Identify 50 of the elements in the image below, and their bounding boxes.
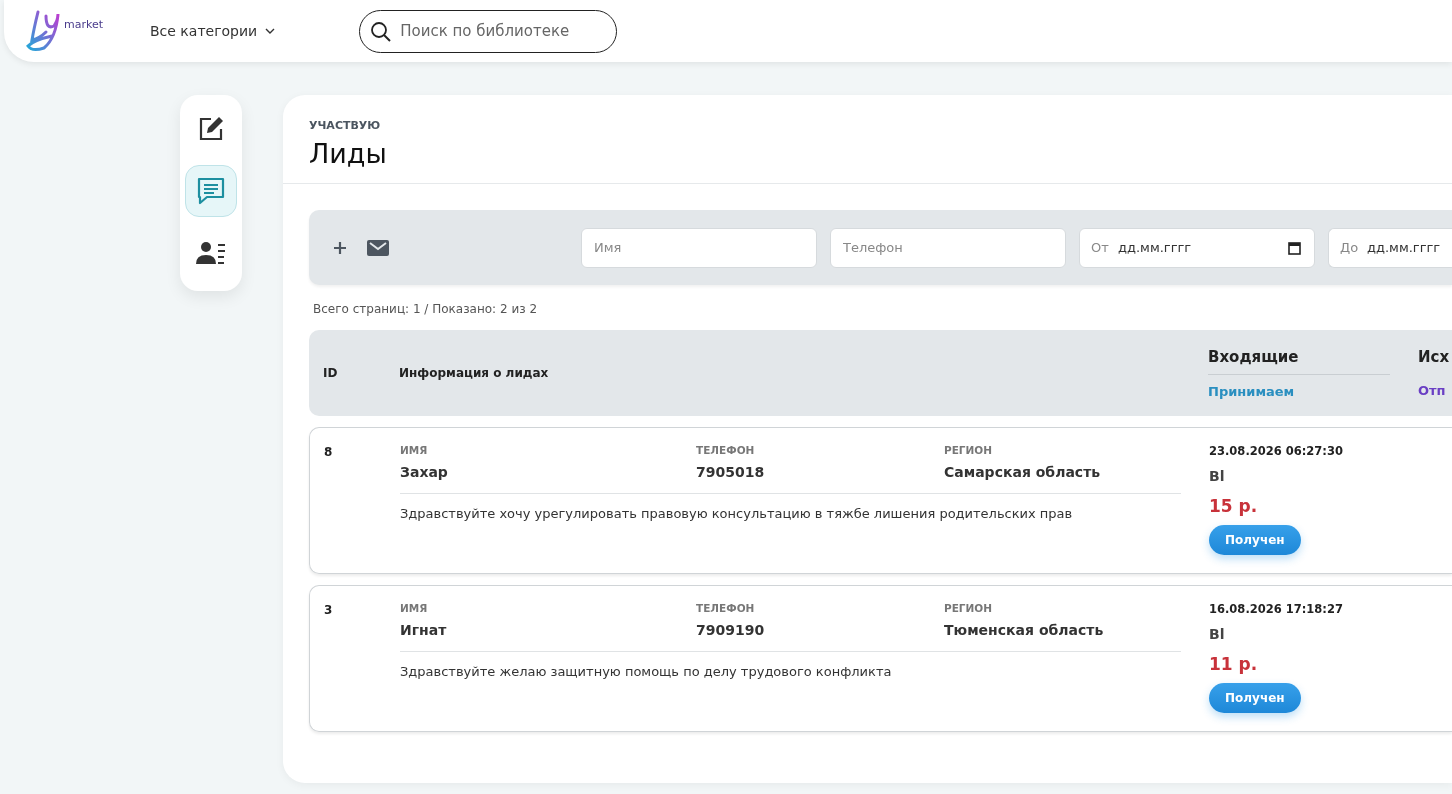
lead-message: Здравствуйте желаю защитную помощь по делу трудового конфликта xyxy=(400,664,893,679)
column-header: ID xyxy=(323,366,339,380)
status-button[interactable]: Получен xyxy=(1209,525,1301,555)
edit-icon xyxy=(197,115,225,143)
lead-price: 11 р. xyxy=(1209,654,1258,674)
categories-dropdown[interactable]: Все категории xyxy=(150,23,276,39)
column-header: Информация о лидах xyxy=(399,366,550,380)
phone-field[interactable]: Телефон xyxy=(830,227,1066,268)
lead-name: Игнат xyxy=(400,622,447,638)
column-header: Исх xyxy=(1418,348,1450,368)
field-label: ТЕЛЕФОН xyxy=(696,602,755,614)
name-field[interactable]: Имя xyxy=(581,227,817,268)
field-label: ТЕЛЕФОН xyxy=(696,444,755,456)
calendar-icon xyxy=(1288,241,1301,255)
status-button[interactable]: Получен xyxy=(1209,683,1301,713)
search-field[interactable]: Поиск по библиотеке xyxy=(359,9,618,53)
lead-id: 8 xyxy=(324,444,334,459)
mail-button[interactable] xyxy=(367,239,389,256)
chevron-down-icon xyxy=(265,28,276,34)
mail-icon xyxy=(367,239,389,256)
field-label: ИМЯ xyxy=(400,444,428,456)
field-label: ИМЯ xyxy=(400,602,428,614)
plus-icon xyxy=(333,240,347,255)
field-label: РЕГИОН xyxy=(944,602,993,614)
overline-label: УЧАСТВУЮ xyxy=(309,119,382,132)
page-title: Лиды xyxy=(309,138,388,169)
pagination-summary: Всего страниц: 1 / Показано: 2 из 2 xyxy=(313,302,539,316)
field-label: До xyxy=(1340,239,1359,255)
lead-phone: 7909190 xyxy=(696,622,765,638)
column-subheader: Отп xyxy=(1418,383,1446,398)
contacts-icon xyxy=(196,240,226,266)
lead-date: 16.08.2026 17:18:27 xyxy=(1209,602,1343,616)
logo-text: market xyxy=(64,18,104,31)
lead-date: 23.08.2026 06:27:30 xyxy=(1209,444,1343,458)
lead-id: 3 xyxy=(324,602,334,617)
lead-code: Bl xyxy=(1209,626,1225,642)
lead-region: Самарская область xyxy=(944,464,1101,480)
lead-region: Тюменская область xyxy=(944,622,1104,638)
column-subheader: Принимаем xyxy=(1208,383,1295,399)
lead-price: 15 р. xyxy=(1209,496,1258,516)
search-icon xyxy=(370,20,393,43)
lead-code: Bl xyxy=(1209,468,1225,484)
field-label: РЕГИОН xyxy=(944,444,993,456)
add-button[interactable] xyxy=(333,240,347,255)
column-header: Входящие xyxy=(1208,347,1390,375)
field-label: От xyxy=(1091,239,1109,255)
lead-phone: 7905018 xyxy=(696,464,765,480)
lead-name: Захар xyxy=(400,464,448,480)
lead-message: Здравствуйте хочу урегулировать правовую консультацию в тяжбе лишения родительских прав xyxy=(400,506,1074,521)
message-icon xyxy=(196,176,226,206)
